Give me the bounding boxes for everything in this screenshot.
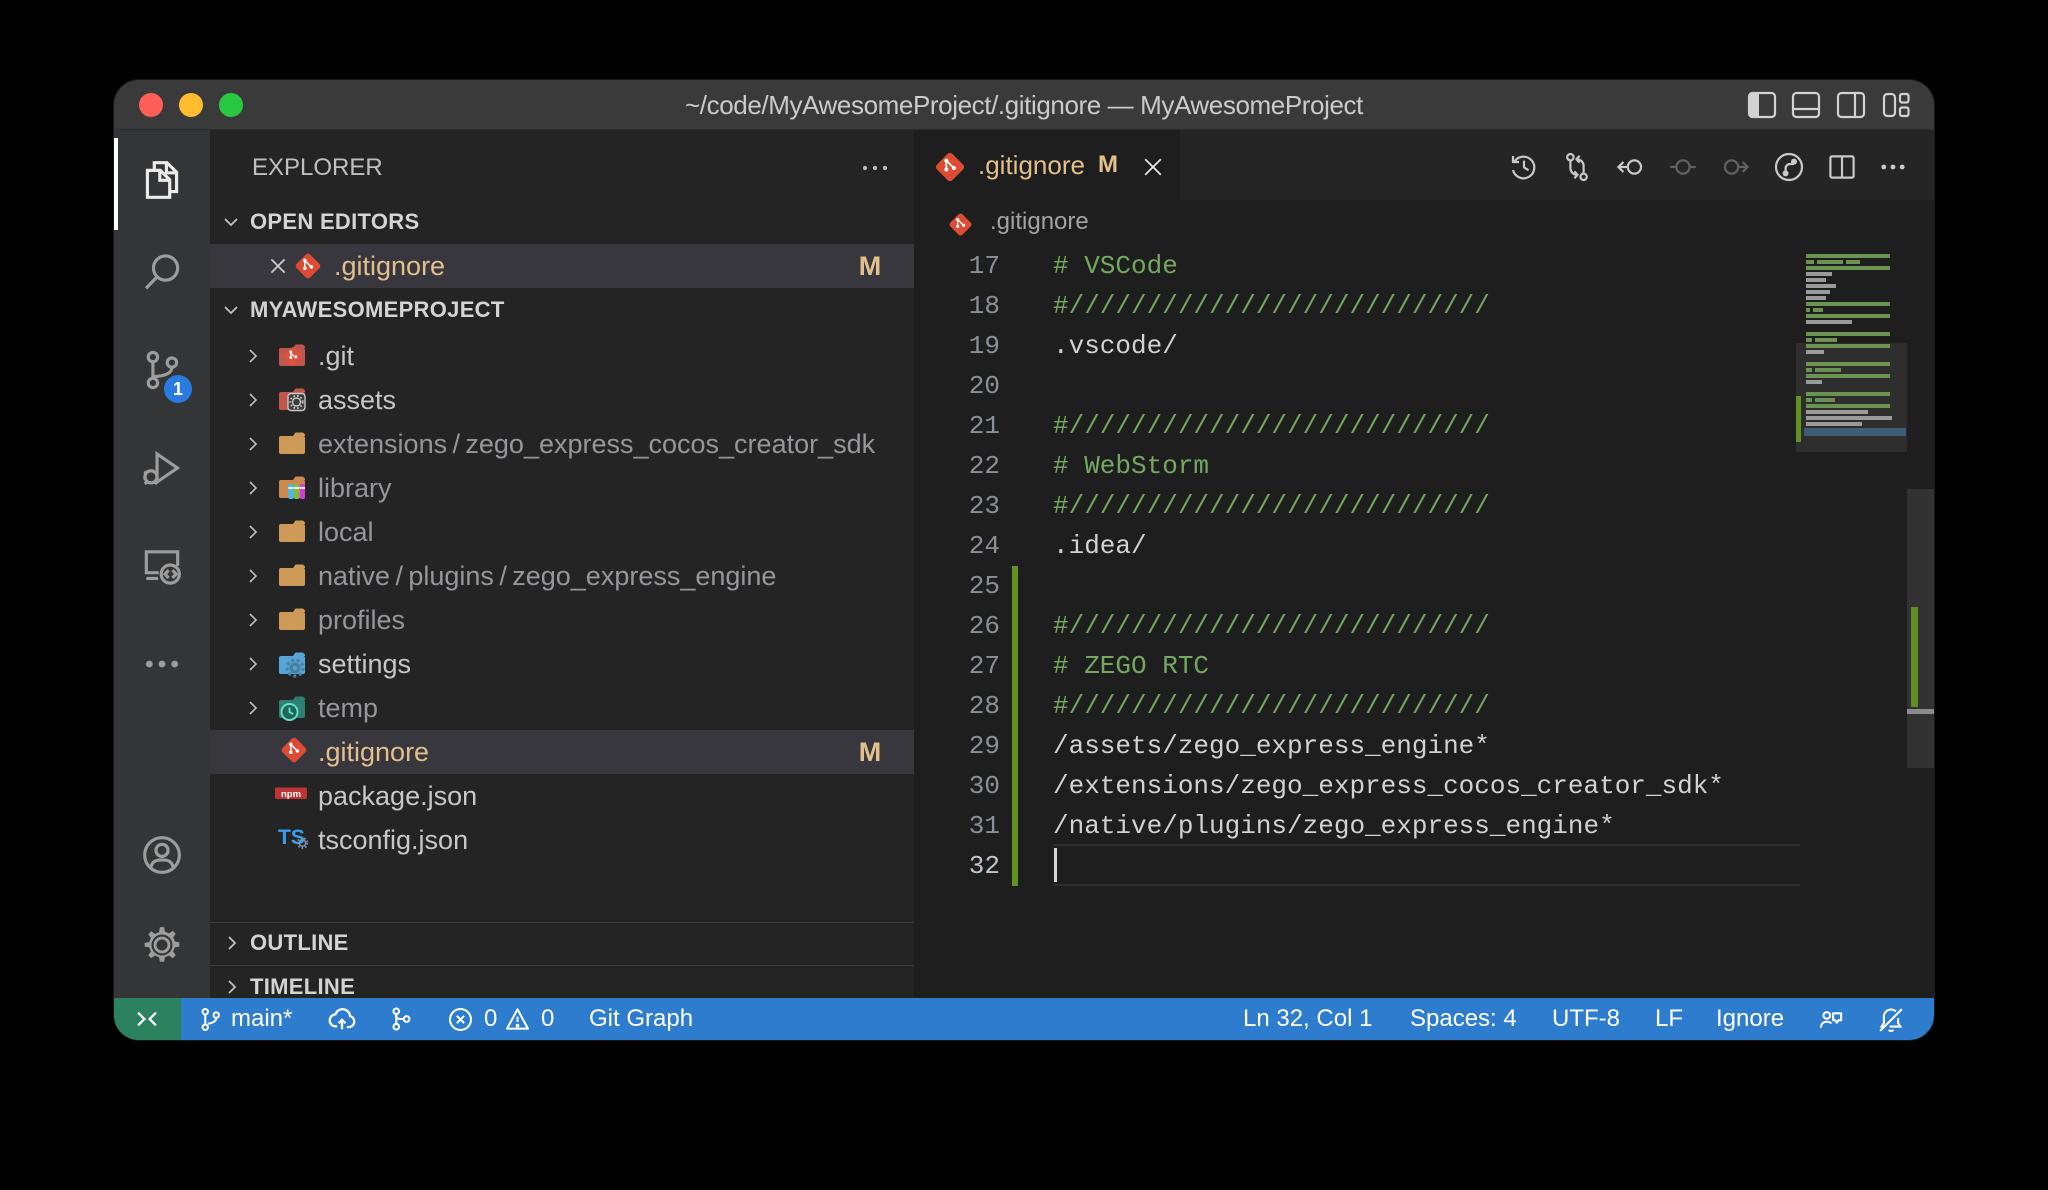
svg-text:npm: npm — [281, 789, 301, 800]
